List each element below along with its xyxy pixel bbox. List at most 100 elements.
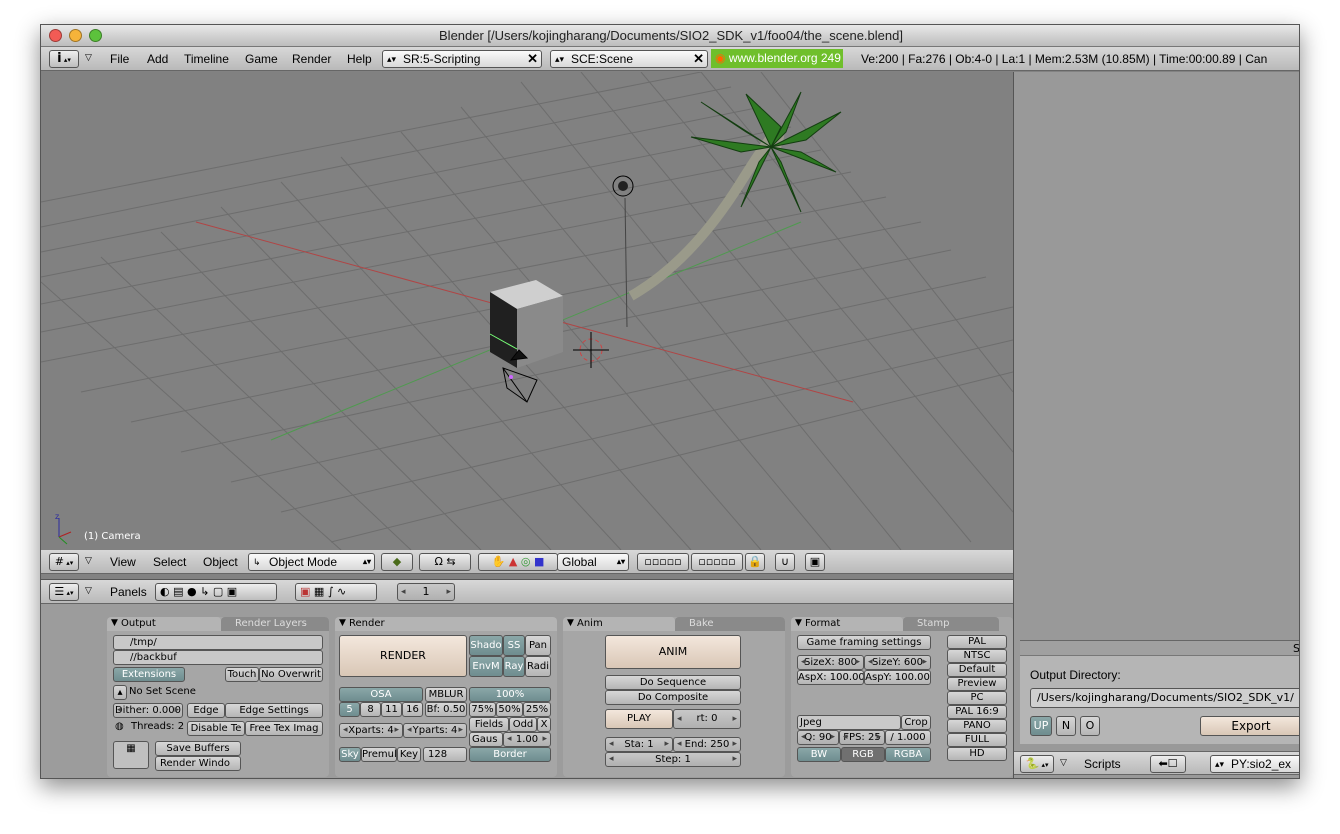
collapse-menu-triangle-icon[interactable]: ▽ — [85, 555, 92, 566]
osa-16[interactable]: 16 — [402, 702, 423, 717]
n-button[interactable]: N — [1056, 716, 1076, 736]
scripts-window-type-button[interactable]: 🐍 ▴▾ — [1020, 755, 1054, 773]
menu-add[interactable]: Add — [147, 52, 168, 66]
render-view-button[interactable]: ▣ — [805, 553, 825, 571]
fps-field[interactable]: FPS: 25 — [839, 730, 885, 745]
envmap-toggle[interactable]: EnvM — [469, 656, 503, 677]
ray-toggle[interactable]: Ray — [503, 656, 525, 677]
fps-base-field[interactable]: / 1.000 — [885, 730, 931, 745]
osa-11[interactable]: 11 — [381, 702, 402, 717]
odd-toggle[interactable]: Odd — [509, 717, 537, 732]
shadow-toggle[interactable]: Shado — [469, 635, 503, 656]
menu-scripts[interactable]: Scripts — [1084, 757, 1121, 771]
info-window-type-button[interactable]: i ▴▾ — [49, 50, 79, 68]
menu-object[interactable]: Object — [203, 555, 238, 569]
tab-render-layers[interactable]: Render Layers — [221, 617, 329, 631]
panel-collapse-icon[interactable]: ▼ — [339, 618, 346, 628]
set-scene-menu[interactable]: ▴ — [113, 685, 127, 700]
render-button[interactable]: RENDER — [339, 635, 467, 677]
o-button[interactable]: O — [1080, 716, 1100, 736]
frame-number-field[interactable]: 1 — [397, 583, 455, 601]
mblur-toggle[interactable]: MBLUR — [425, 687, 467, 702]
size-75-toggle[interactable]: 75% — [469, 702, 496, 717]
script-selector[interactable]: ▴▾ PY:sio2_ex — [1210, 755, 1299, 773]
yparts-field[interactable]: Yparts: 4 — [403, 723, 467, 738]
cube-object[interactable] — [489, 280, 563, 368]
tab-bake[interactable]: Bake — [675, 617, 785, 631]
preset-pc[interactable]: PC — [947, 691, 1007, 705]
render-window-menu[interactable]: Render Windo — [155, 756, 241, 771]
rt-field[interactable]: rt: 0 — [673, 709, 741, 729]
draw-type-button[interactable]: ◆ — [381, 553, 413, 571]
output-directory-field[interactable]: /Users/kojingharang/Documents/SIO2_SDK_v… — [1030, 688, 1299, 708]
tab-output[interactable]: Output — [107, 617, 221, 631]
premul-toggle[interactable]: Premul — [361, 747, 397, 762]
filter-size-field[interactable]: 1.00 — [503, 732, 551, 747]
sky-toggle[interactable]: Sky — [339, 747, 361, 762]
aspx-field[interactable]: AspX: 100.00 — [797, 670, 864, 685]
collapse-menu-triangle-icon[interactable]: ▽ — [1060, 757, 1067, 768]
menu-timeline[interactable]: Timeline — [184, 52, 229, 66]
preset-preview[interactable]: Preview — [947, 677, 1007, 691]
extensions-toggle[interactable]: Extensions — [113, 667, 185, 682]
dither-field[interactable]: Dither: 0.000 — [113, 703, 183, 718]
screen-selector[interactable]: ▴▾ SR:5-Scripting ✕ — [382, 50, 542, 68]
pivot-button[interactable]: Ω ⇆ — [419, 553, 471, 571]
touch-toggle[interactable]: Touch — [225, 667, 259, 682]
collapse-menu-triangle-icon[interactable]: ▽ — [85, 52, 92, 63]
end-frame-field[interactable]: End: 250 — [673, 737, 741, 752]
tab-anim[interactable]: Anim — [563, 617, 675, 631]
preset-pal[interactable]: PAL — [947, 635, 1007, 649]
sub-context-buttons[interactable]: ▣ ▦ ∫ ∿ — [295, 583, 377, 601]
crop-toggle[interactable]: Crop — [901, 715, 931, 730]
preset-pano[interactable]: PANO — [947, 719, 1007, 733]
output-path-field[interactable]: /tmp/ — [113, 635, 323, 650]
start-frame-field[interactable]: Sta: 1 — [605, 737, 673, 752]
panorama-toggle[interactable]: Pan — [525, 635, 551, 656]
dispview-grid-icon[interactable]: ▦ — [113, 741, 149, 769]
layer-buttons-2[interactable]: ▫▫▫▫▫ — [691, 553, 743, 571]
minimize-window-button[interactable] — [69, 29, 82, 42]
tab-render[interactable]: Render — [335, 617, 557, 631]
play-button[interactable]: PLAY — [605, 709, 673, 729]
blender-site-badge[interactable]: ◉ www.blender.org 249 — [711, 49, 843, 68]
menu-view[interactable]: View — [110, 555, 136, 569]
osa-8[interactable]: 8 — [360, 702, 381, 717]
preset-pal169[interactable]: PAL 16:9 — [947, 705, 1007, 719]
filter-menu[interactable]: Gaus — [469, 732, 503, 747]
blur-factor-field[interactable]: Bf: 0.50 — [425, 702, 467, 717]
zoom-window-button[interactable] — [89, 29, 102, 42]
x-toggle[interactable]: X — [537, 717, 551, 732]
scene-selector[interactable]: ▴▾ SCE:Scene ✕ — [550, 50, 708, 68]
sizex-field[interactable]: SizeX: 800 — [797, 655, 864, 670]
lock-layers-button[interactable]: 🔒 — [745, 553, 765, 571]
bw-toggle[interactable]: BW — [797, 747, 841, 762]
no-overwrite-toggle[interactable]: No Overwrit — [259, 667, 323, 682]
fields-toggle[interactable]: Fields — [469, 717, 509, 732]
sizey-field[interactable]: SizeY: 600 — [864, 655, 931, 670]
do-composite-toggle[interactable]: Do Composite — [605, 690, 741, 705]
delete-screen-icon[interactable]: ✕ — [527, 51, 538, 67]
panel-collapse-icon[interactable]: ▼ — [567, 618, 574, 628]
disable-tex-toggle[interactable]: Disable Te — [187, 721, 245, 736]
osa-toggle[interactable]: OSA — [339, 687, 423, 702]
game-framing-button[interactable]: Game framing settings — [797, 635, 931, 650]
rgba-toggle[interactable]: RGBA — [885, 747, 931, 762]
size-25-toggle[interactable]: 25% — [523, 702, 551, 717]
size-50-toggle[interactable]: 50% — [496, 702, 523, 717]
size-100-toggle[interactable]: 100% — [469, 687, 551, 702]
layer-buttons-1[interactable]: ▫▫▫▫▫ — [637, 553, 689, 571]
delete-scene-icon[interactable]: ✕ — [693, 51, 704, 67]
up-button[interactable]: UP — [1030, 716, 1052, 736]
do-sequence-toggle[interactable]: Do Sequence — [605, 675, 741, 690]
threads-field[interactable]: Threads: 2 — [131, 721, 184, 732]
osa-5[interactable]: 5 — [339, 702, 360, 717]
border-toggle[interactable]: Border — [469, 747, 551, 762]
tab-format[interactable]: Format — [791, 617, 903, 631]
palm-tree-object[interactable] — [628, 91, 842, 301]
step-field[interactable]: Step: 1 — [605, 752, 741, 767]
depth-menu[interactable]: 128 — [423, 747, 467, 762]
buttons-window-type-button[interactable]: ☰ ▴▾ — [49, 583, 79, 601]
aspy-field[interactable]: AspY: 100.00 — [864, 670, 931, 685]
edge-toggle[interactable]: Edge — [187, 703, 225, 718]
